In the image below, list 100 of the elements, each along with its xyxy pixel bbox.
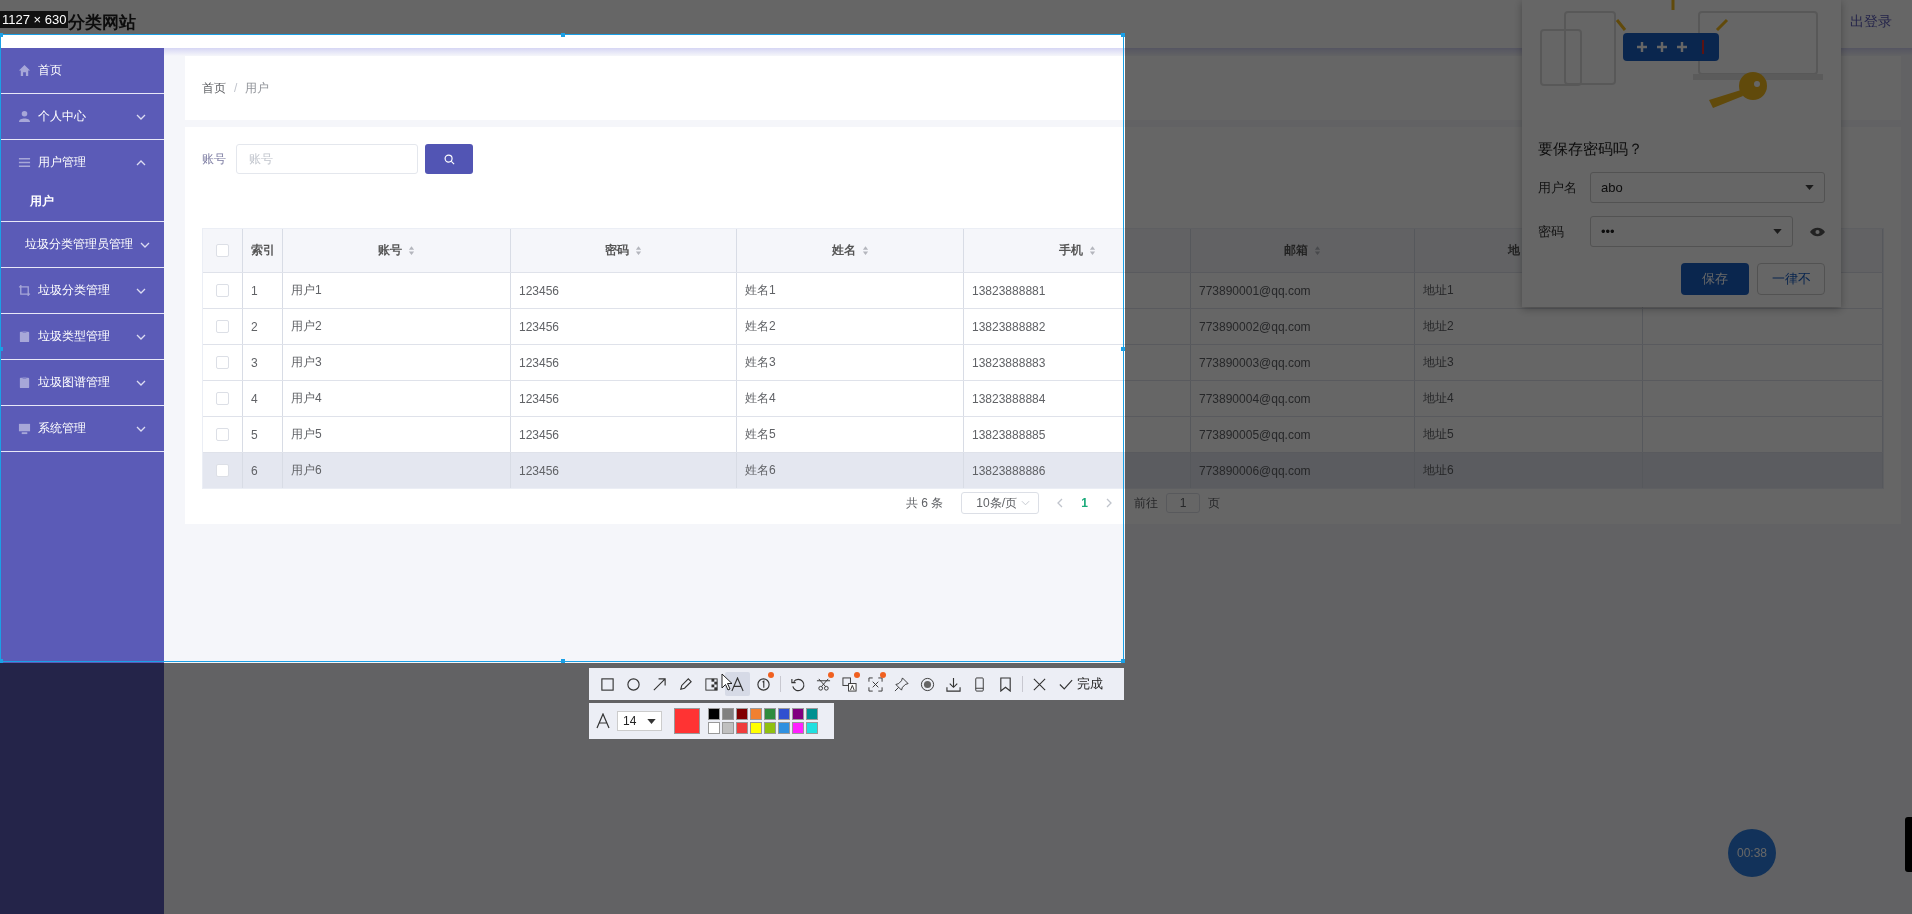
sidebar-item[interactable]: 垃圾类型管理 <box>0 314 164 359</box>
sort-icon[interactable] <box>1314 245 1321 256</box>
size-label: 1127 × 630 <box>0 11 69 28</box>
sort-icon[interactable] <box>635 245 642 256</box>
color-swatch[interactable] <box>764 708 776 720</box>
table-cell: 用户4 <box>291 390 322 407</box>
table-cell: 用户3 <box>291 354 322 371</box>
resize-handle[interactable] <box>0 33 3 37</box>
table-cell: 姓名1 <box>745 282 776 299</box>
color-swatch[interactable] <box>806 722 818 734</box>
resize-handle[interactable] <box>1121 659 1125 663</box>
previous-page-icon[interactable] <box>1057 498 1064 508</box>
scissors-icon <box>816 676 831 692</box>
table-cell: 3 <box>251 355 258 370</box>
table-row[interactable]: 3 用户3 123456 姓名3 13823888883 773890003@qq.com 地址3 <box>203 344 1883 380</box>
ellipse-tool-icon <box>626 676 641 692</box>
table-row[interactable]: 4 用户4 123456 姓名4 13823888884 773890004@qq.com 地址4 <box>203 380 1883 416</box>
column-header[interactable]: 索引 <box>251 242 275 259</box>
eye-icon[interactable] <box>1810 226 1825 237</box>
table-cell: 13823888886 <box>972 463 1046 478</box>
dropdown-icon <box>1773 229 1782 234</box>
font-size-select[interactable]: 14 <box>617 711 662 731</box>
select-all-checkbox[interactable] <box>216 244 229 257</box>
search-field[interactable]: 账号 <box>236 144 418 174</box>
table-cell: 123456 <box>519 463 560 478</box>
color-swatch[interactable] <box>750 708 762 720</box>
search-button[interactable] <box>425 144 473 174</box>
resize-handle[interactable] <box>1121 33 1125 37</box>
page-size-select[interactable]: 10条/页 <box>961 492 1040 514</box>
page-number[interactable]: 1 <box>1071 496 1098 510</box>
sidebar-item[interactable]: 垃圾图谱管理 <box>0 360 164 405</box>
sidebar-item[interactable]: 垃圾分类管理 <box>0 268 164 313</box>
sort-icon[interactable] <box>1088 245 1096 256</box>
color-swatch[interactable] <box>764 722 776 734</box>
sort-icon[interactable] <box>861 245 869 256</box>
table-cell: 13823888881 <box>972 283 1046 298</box>
table-cell: 123456 <box>519 319 560 334</box>
color-swatch[interactable] <box>792 708 804 720</box>
checkmark-icon <box>1059 678 1073 690</box>
column-header[interactable]: 密码 <box>605 242 629 259</box>
done-button[interactable]: 完成 <box>1055 675 1107 693</box>
breadcrumb-link[interactable]: 首页 <box>202 79 226 97</box>
color-swatch[interactable] <box>792 722 804 734</box>
color-swatch[interactable] <box>736 708 748 720</box>
password-field[interactable]: ••• <box>1590 216 1793 247</box>
edge-tab[interactable] <box>1905 817 1912 872</box>
row-checkbox[interactable] <box>216 392 229 405</box>
password-label: 密码 <box>1538 222 1565 241</box>
next-page-icon[interactable] <box>1106 498 1112 508</box>
color-swatch[interactable] <box>778 722 790 734</box>
resize-handle[interactable] <box>0 659 3 663</box>
table-cell: 地址3 <box>1423 354 1454 371</box>
table-cell: 4 <box>251 391 258 406</box>
total-count: 共 6 条 <box>906 494 944 512</box>
resize-handle[interactable] <box>561 659 565 663</box>
table-cell: 地址4 <box>1423 390 1454 407</box>
search-label: 账号 <box>202 150 226 168</box>
sidebar-item[interactable]: 系统管理 <box>0 406 164 451</box>
table-cell: 773890004@qq.com <box>1199 391 1311 406</box>
sidebar-item[interactable]: 首页 <box>0 48 164 93</box>
row-checkbox[interactable] <box>216 428 229 441</box>
sidebar-item[interactable]: 个人中心 <box>0 94 164 139</box>
username-field[interactable]: abo <box>1590 172 1825 203</box>
table-cell: 773890005@qq.com <box>1199 427 1311 442</box>
color-swatch[interactable] <box>806 708 818 720</box>
column-header[interactable]: 姓名 <box>831 242 856 259</box>
download-icon <box>946 676 961 692</box>
current-color-swatch[interactable] <box>674 708 700 734</box>
resize-handle[interactable] <box>1121 347 1125 351</box>
table-cell: 姓名6 <box>745 462 776 479</box>
color-swatch[interactable] <box>722 708 734 720</box>
breadcrumb-link[interactable]: 用户 <box>245 79 270 97</box>
color-swatch[interactable] <box>722 722 734 734</box>
column-header[interactable]: 账号 <box>378 242 402 259</box>
row-checkbox[interactable] <box>216 464 229 477</box>
clipboard-icon <box>18 330 31 343</box>
scan-icon <box>868 676 883 692</box>
user-icon <box>18 110 31 123</box>
row-checkbox[interactable] <box>216 356 229 369</box>
table-row[interactable]: 2 用户2 123456 姓名2 13823888882 773890002@qq.com 地址2 <box>203 308 1883 344</box>
color-swatch[interactable] <box>750 722 762 734</box>
table-cell: 姓名3 <box>745 354 776 371</box>
mosaic-icon <box>704 676 719 692</box>
color-swatch[interactable] <box>736 722 748 734</box>
resize-handle[interactable] <box>0 347 3 351</box>
resize-handle[interactable] <box>561 33 565 37</box>
sidebar-item[interactable]: 垃圾分类管理员管理 <box>0 222 164 267</box>
table-cell: 2 <box>251 319 258 334</box>
home-icon <box>18 64 31 77</box>
color-swatch[interactable] <box>708 722 720 734</box>
color-swatch[interactable] <box>778 708 790 720</box>
row-checkbox[interactable] <box>216 284 229 297</box>
color-swatch[interactable] <box>708 708 720 720</box>
text-tool-icon <box>730 676 745 692</box>
sort-icon[interactable] <box>408 245 415 256</box>
dropdown-icon <box>1805 185 1814 190</box>
row-checkbox[interactable] <box>216 320 229 333</box>
table-cell: 773890001@qq.com <box>1199 283 1311 298</box>
table-cell: 123456 <box>519 427 560 442</box>
column-header[interactable]: 手机 <box>1058 242 1083 259</box>
